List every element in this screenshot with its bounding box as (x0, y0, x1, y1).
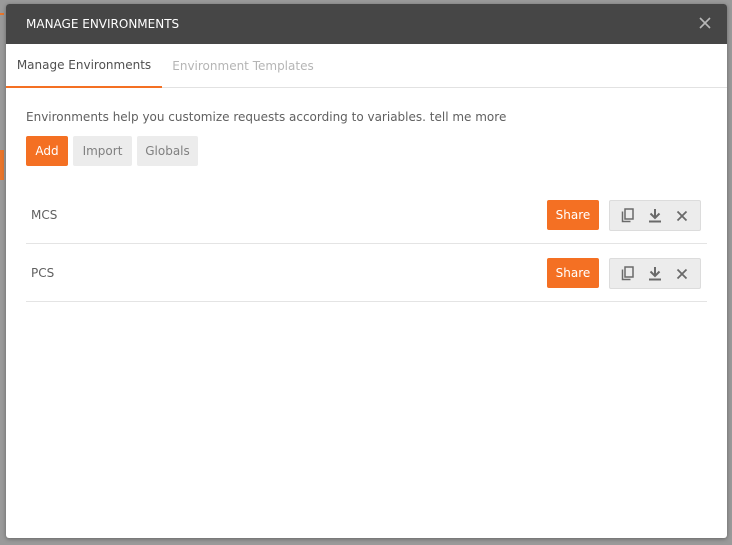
share-button[interactable]: Share (547, 258, 599, 288)
tab-environment-templates[interactable]: Environment Templates (162, 44, 324, 88)
delete-icon[interactable] (672, 206, 692, 226)
download-icon[interactable] (645, 264, 665, 284)
tab-bar: Manage Environments Environment Template… (6, 44, 727, 88)
backdrop-accent (0, 150, 4, 180)
close-icon[interactable] (695, 13, 715, 33)
backdrop-accent (0, 13, 4, 15)
globals-button[interactable]: Globals (137, 136, 198, 166)
duplicate-icon[interactable] (618, 264, 638, 284)
tell-me-more-link[interactable]: tell me more (430, 110, 507, 124)
add-button[interactable]: Add (26, 136, 68, 166)
environment-actions (609, 200, 701, 231)
modal-header: MANAGE ENVIRONMENTS (6, 4, 727, 44)
environment-row: PCS Share (26, 244, 707, 302)
help-description: Environments help you customize requests… (26, 110, 426, 124)
duplicate-icon[interactable] (618, 206, 638, 226)
import-button[interactable]: Import (73, 136, 132, 166)
tab-manage-environments[interactable]: Manage Environments (6, 44, 162, 88)
modal-title: MANAGE ENVIRONMENTS (26, 17, 180, 31)
manage-environments-modal: MANAGE ENVIRONMENTS Manage Environments … (6, 4, 727, 538)
delete-icon[interactable] (672, 264, 692, 284)
download-icon[interactable] (645, 206, 665, 226)
share-button[interactable]: Share (547, 200, 599, 230)
environment-row: MCS Share (26, 186, 707, 244)
environment-name[interactable]: MCS (31, 208, 57, 222)
environment-actions (609, 258, 701, 289)
environment-list: MCS Share PCS Share (26, 186, 707, 302)
environment-name[interactable]: PCS (31, 266, 54, 280)
help-text: Environments help you customize requests… (26, 110, 506, 124)
